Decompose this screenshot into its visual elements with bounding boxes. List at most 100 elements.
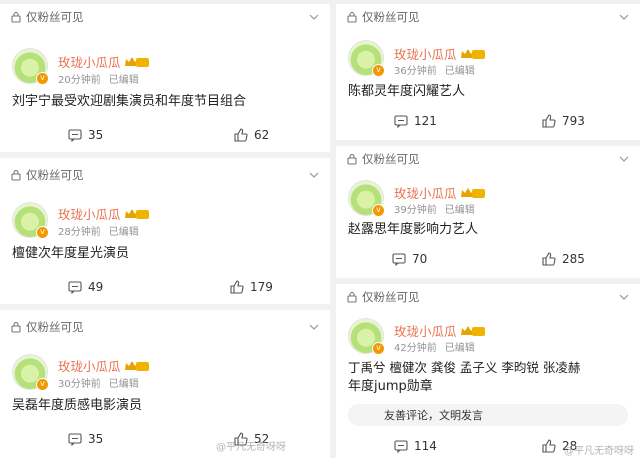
visibility-label: 仅粉丝可见	[362, 290, 420, 304]
avatar[interactable]: v	[12, 202, 49, 239]
visibility-row: 仅粉丝可见	[0, 4, 330, 30]
username[interactable]: 玫珑小瓜瓜	[58, 52, 150, 71]
crown-badge-icon	[460, 325, 485, 336]
like-button[interactable]: 793	[542, 114, 585, 128]
thumbs-up-icon	[542, 252, 556, 266]
comment-input[interactable]: 友善评论，文明发言	[348, 404, 628, 426]
lock-icon	[347, 11, 357, 23]
post-content-line-1: 丁禹兮 檀健次 龚俊 孟子义 李昀锐 张凌赫	[348, 360, 581, 375]
post-content: 刘宇宁最受欢迎剧集演员和年度节目组合	[12, 94, 247, 109]
username[interactable]: 玫珑小瓜瓜	[394, 44, 486, 63]
post-card: 仅粉丝可见 v 玫珑小瓜瓜 28分钟前 已编辑 檀健次年度星光演员 49 179	[0, 158, 330, 304]
visibility-row: 仅粉丝可见	[336, 4, 640, 30]
comment-button[interactable]: 121	[394, 114, 437, 128]
post-meta: 42分钟前 已编辑	[394, 339, 475, 354]
chevron-down-icon[interactable]	[618, 11, 630, 23]
post-meta: 36分钟前 已编辑	[394, 62, 475, 77]
post-meta: 28分钟前 已编辑	[58, 223, 139, 238]
like-count: 179	[250, 280, 273, 294]
username[interactable]: 玫珑小瓜瓜	[58, 356, 150, 375]
crown-badge-icon	[124, 208, 149, 219]
crown-badge-icon	[460, 48, 485, 59]
chevron-down-icon[interactable]	[308, 169, 320, 181]
username[interactable]: 玫珑小瓜瓜	[394, 321, 486, 340]
verified-icon: v	[372, 64, 385, 77]
post-time: 30分钟前	[58, 379, 101, 390]
post-meta: 20分钟前 已编辑	[58, 71, 139, 86]
chevron-down-icon[interactable]	[308, 11, 320, 23]
comment-icon	[394, 440, 408, 453]
post-content-line-2: 年度jump勋章	[348, 379, 433, 394]
lock-icon	[11, 321, 21, 333]
comment-icon	[68, 433, 82, 446]
thumbs-up-icon	[234, 128, 248, 142]
verified-icon: v	[36, 72, 49, 85]
avatar[interactable]: v	[348, 318, 385, 355]
comment-count: 121	[414, 114, 437, 128]
post-time: 28分钟前	[58, 227, 101, 238]
comment-button[interactable]: 35	[68, 432, 103, 446]
crown-badge-icon	[460, 187, 485, 198]
avatar[interactable]: v	[12, 48, 49, 85]
like-count: 285	[562, 252, 585, 266]
watermark: @平凡无奇呀呀	[216, 442, 286, 453]
thumbs-up-icon	[230, 280, 244, 294]
visibility-label: 仅粉丝可见	[362, 152, 420, 166]
post-time: 20分钟前	[58, 75, 101, 86]
verified-icon: v	[36, 226, 49, 239]
like-count: 62	[254, 128, 270, 142]
like-button[interactable]: 179	[230, 280, 273, 294]
comment-button[interactable]: 114	[394, 439, 437, 453]
comment-icon	[392, 253, 406, 266]
edited-label: 已编辑	[444, 66, 475, 77]
thumbs-up-icon	[542, 114, 556, 128]
watermark: @平凡无奇呀呀	[564, 446, 634, 457]
comment-button[interactable]: 35	[68, 128, 103, 142]
post-content: 檀健次年度星光演员	[12, 246, 130, 261]
username[interactable]: 玫珑小瓜瓜	[58, 204, 150, 223]
thumbs-up-icon	[542, 439, 556, 453]
comment-count: 114	[414, 439, 437, 453]
chevron-down-icon[interactable]	[618, 291, 630, 303]
lock-icon	[347, 153, 357, 165]
comment-count: 49	[88, 280, 104, 294]
username-text: 玫珑小瓜瓜	[58, 359, 121, 374]
lock-icon	[11, 11, 21, 23]
comment-button[interactable]: 49	[68, 280, 103, 294]
verified-icon: v	[372, 204, 385, 217]
verified-icon: v	[36, 378, 49, 391]
edited-label: 已编辑	[108, 227, 139, 238]
username-text: 玫珑小瓜瓜	[394, 47, 457, 62]
post-card: 仅粉丝可见 v 玫珑小瓜瓜 20分钟前 已编辑 刘宇宁最受欢迎剧集演员和年度节目组…	[0, 4, 330, 152]
visibility-row: 仅粉丝可见	[336, 284, 640, 310]
crown-badge-icon	[124, 56, 149, 67]
edited-label: 已编辑	[108, 75, 139, 86]
avatar[interactable]: v	[12, 354, 49, 391]
like-count: 793	[562, 114, 585, 128]
comment-icon	[68, 281, 82, 294]
comment-icon	[68, 129, 82, 142]
username-text: 玫珑小瓜瓜	[394, 186, 457, 201]
post-meta: 39分钟前 已编辑	[394, 201, 475, 216]
visibility-row: 仅粉丝可见	[336, 146, 640, 172]
comment-count: 35	[88, 128, 104, 142]
post-time: 36分钟前	[394, 66, 437, 77]
post-card: 仅粉丝可见 v 玫珑小瓜瓜 30分钟前 已编辑 吴磊年度质感电影演员 35 52 …	[0, 310, 330, 458]
comment-icon	[394, 115, 408, 128]
username[interactable]: 玫珑小瓜瓜	[394, 183, 486, 202]
edited-label: 已编辑	[108, 379, 139, 390]
lock-icon	[11, 169, 21, 181]
username-text: 玫珑小瓜瓜	[58, 207, 121, 222]
avatar[interactable]: v	[348, 40, 385, 77]
verified-icon: v	[372, 342, 385, 355]
edited-label: 已编辑	[444, 343, 475, 354]
post-content: 赵露思年度影响力艺人	[348, 222, 479, 237]
comment-button[interactable]: 70	[392, 252, 427, 266]
crown-badge-icon	[124, 360, 149, 371]
chevron-down-icon[interactable]	[618, 153, 630, 165]
chevron-down-icon[interactable]	[308, 321, 320, 333]
like-button[interactable]: 62	[234, 128, 269, 142]
post-content: 吴磊年度质感电影演员	[12, 398, 143, 413]
like-button[interactable]: 285	[542, 252, 585, 266]
avatar[interactable]: v	[348, 180, 385, 217]
